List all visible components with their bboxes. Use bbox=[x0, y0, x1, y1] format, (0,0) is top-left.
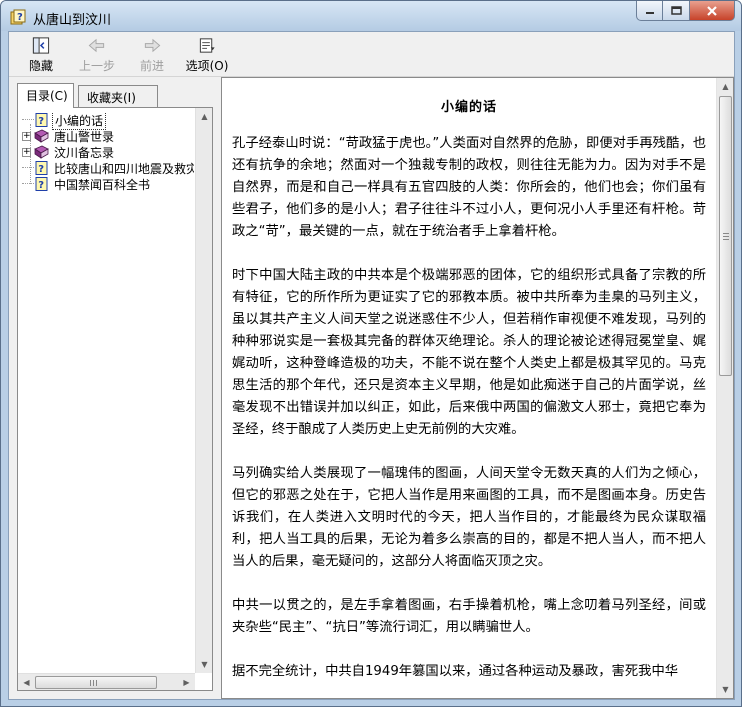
tree-item-label: 汶川备忘录 bbox=[54, 145, 115, 160]
thumb-grip bbox=[90, 680, 99, 686]
help-app-icon: ? bbox=[10, 9, 26, 25]
tree-vertical-scrollbar[interactable]: ▲ ▼ bbox=[195, 108, 212, 673]
minimize-button[interactable] bbox=[636, 1, 663, 21]
forward-label: 前进 bbox=[139, 59, 164, 73]
svg-text:?: ? bbox=[17, 12, 23, 23]
paragraph: 中共一以贯之的，是左手拿着图画，右手操着机枪，嘴上念叨着马列圣经，间或夹杂些“民… bbox=[232, 598, 706, 635]
help-window: ? 从唐山到汶川 隐藏 上一步 前进 选项(O) 目录(C) 收藏夹(I) ? … bbox=[0, 0, 742, 707]
forward-button[interactable]: 前进 bbox=[134, 36, 170, 74]
scroll-down-icon[interactable]: ▼ bbox=[196, 656, 213, 673]
back-label: 上一步 bbox=[78, 59, 115, 73]
topic-heading: 小编的话 bbox=[440, 100, 497, 115]
svg-text:?: ? bbox=[38, 180, 44, 191]
tree-item-2[interactable]: + 汶川备忘录 bbox=[22, 144, 194, 160]
tab-contents[interactable]: 目录(C) bbox=[17, 83, 74, 108]
content-pane: 小编的话 孔子经泰山时说：“苛政猛于虎也。”人类面对自然界的危胁，即便对手再残酷… bbox=[221, 77, 734, 699]
horizontal-scroll-thumb[interactable] bbox=[35, 676, 157, 689]
options-label: 选项(O) bbox=[185, 59, 229, 73]
navigation-pane: 目录(C) 收藏夹(I) ? 小编的话 + 唐山警世录 + 汶川备忘录 ? 比较… bbox=[9, 77, 217, 699]
tab-favorites[interactable]: 收藏夹(I) bbox=[78, 85, 158, 107]
close-icon bbox=[707, 5, 717, 16]
tree-item-0[interactable]: ? 小编的话 bbox=[22, 112, 194, 130]
tree-item-4[interactable]: ? 中国禁闻百科全书 bbox=[22, 176, 194, 192]
tree-item-label: 中国禁闻百科全书 bbox=[54, 177, 151, 192]
toc-tree-panel: ? 小编的话 + 唐山警世录 + 汶川备忘录 ? 比较唐山和四川地震及救灾 ? … bbox=[17, 107, 213, 691]
tree-spacer bbox=[22, 112, 34, 120]
tree-spacer bbox=[22, 176, 34, 184]
topic-content: 小编的话 孔子经泰山时说：“苛政猛于虎也。”人类面对自然界的危胁，即便对手再残酷… bbox=[222, 78, 716, 698]
paragraph: 据不完全统计，中共自1949年篡国以来，通过各种运动及暴政，害死我中华 bbox=[232, 664, 679, 679]
help-page-icon: ? bbox=[35, 177, 48, 191]
scroll-left-icon[interactable]: ◀ bbox=[18, 674, 35, 691]
scroll-down-icon[interactable]: ▼ bbox=[717, 681, 734, 698]
paragraph: 时下中国大陆主政的中共本是个极端邪恶的团体，它的组织形式具备了宗教的所有特征，它… bbox=[232, 268, 706, 437]
expand-icon[interactable]: + bbox=[22, 131, 31, 141]
tree-item-label: 比较唐山和四川地震及救灾 bbox=[54, 161, 194, 176]
content-vertical-scrollbar[interactable]: ▲ ▼ bbox=[716, 78, 733, 698]
toc-tree: ? 小编的话 + 唐山警世录 + 汶川备忘录 ? 比较唐山和四川地震及救灾 ? … bbox=[22, 112, 194, 657]
hide-pane-icon bbox=[32, 37, 50, 54]
window-controls bbox=[636, 1, 735, 21]
paragraph: 孔子经泰山时说：“苛政猛于虎也。”人类面对自然界的危胁，即便对手再残酷，也还有抗… bbox=[232, 136, 706, 239]
tree-spacer bbox=[22, 160, 34, 168]
tree-horizontal-scrollbar[interactable]: ◀ ▶ bbox=[18, 673, 195, 690]
scroll-right-icon[interactable]: ▶ bbox=[178, 674, 195, 691]
arrow-left-icon bbox=[88, 38, 105, 53]
arrow-right-icon bbox=[144, 38, 161, 53]
expand-icon[interactable]: + bbox=[22, 147, 31, 157]
hide-label: 隐藏 bbox=[28, 59, 53, 73]
maximize-button[interactable] bbox=[663, 1, 690, 21]
svg-text:?: ? bbox=[38, 116, 44, 127]
hide-button[interactable]: 隐藏 bbox=[22, 36, 60, 74]
options-icon bbox=[199, 38, 215, 53]
help-page-icon: ? bbox=[35, 161, 48, 175]
thumb-grip bbox=[723, 231, 729, 240]
book-icon bbox=[34, 129, 49, 143]
help-page-icon: ? bbox=[35, 113, 48, 127]
tree-item-label: 唐山警世录 bbox=[54, 129, 115, 144]
paragraph: 马列确实给人类展现了一幅瑰伟的图画，人间天堂令无数天真的人们为之倾心，但它的邪恶… bbox=[232, 466, 706, 569]
tree-item-1[interactable]: + 唐山警世录 bbox=[22, 128, 194, 144]
book-icon bbox=[34, 145, 49, 159]
window-title: 从唐山到汶川 bbox=[33, 13, 112, 28]
svg-text:?: ? bbox=[38, 164, 44, 175]
tree-item-3[interactable]: ? 比较唐山和四川地震及救灾 bbox=[22, 160, 194, 176]
toolbar: 隐藏 上一步 前进 选项(O) bbox=[9, 32, 734, 77]
options-button[interactable]: 选项(O) bbox=[181, 36, 233, 74]
scroll-up-icon[interactable]: ▲ bbox=[717, 78, 734, 95]
client-area: 隐藏 上一步 前进 选项(O) 目录(C) 收藏夹(I) ? 小编的话 + 唐山… bbox=[8, 31, 735, 700]
scroll-up-icon[interactable]: ▲ bbox=[196, 108, 213, 125]
back-button[interactable]: 上一步 bbox=[75, 36, 119, 74]
title-bar[interactable]: ? 从唐山到汶川 bbox=[1, 1, 741, 31]
close-button[interactable] bbox=[690, 1, 735, 21]
maximize-icon bbox=[670, 6, 682, 15]
minimize-icon bbox=[645, 11, 654, 14]
vertical-scroll-thumb[interactable] bbox=[719, 96, 732, 376]
